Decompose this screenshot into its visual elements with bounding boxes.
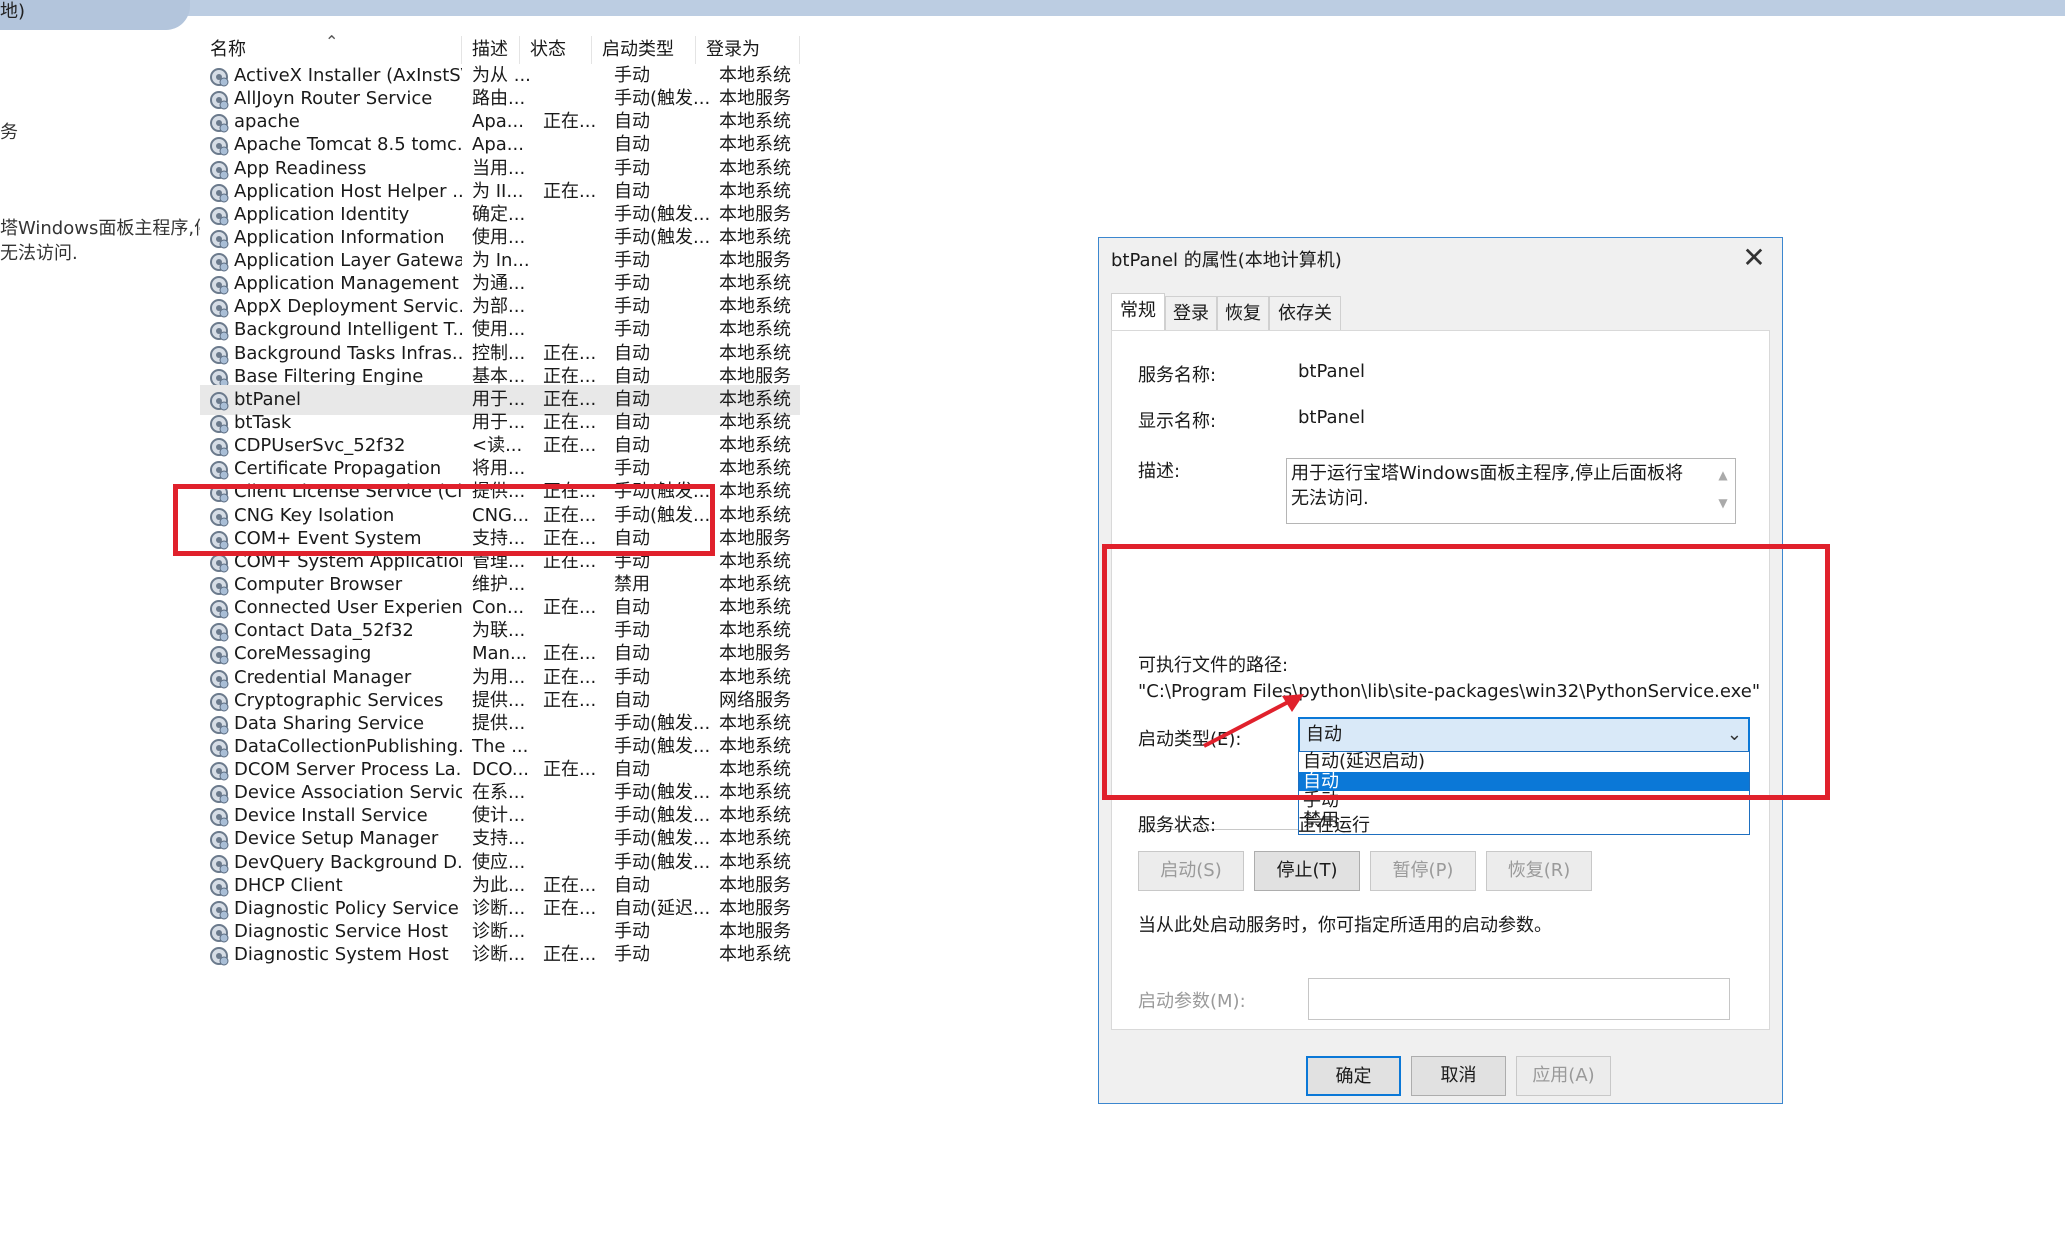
scroll-down-icon[interactable]: ▼ bbox=[1715, 489, 1731, 517]
service-status: 正在... bbox=[543, 944, 597, 966]
start-params-input[interactable] bbox=[1308, 978, 1730, 1020]
service-status-value: 正在运行 bbox=[1298, 815, 1370, 836]
tab-logon[interactable]: 登录 bbox=[1165, 296, 1217, 330]
highlight-box-startup-settings bbox=[1102, 544, 1830, 800]
sort-up-icon: ⌃ bbox=[325, 32, 339, 51]
service-desc: 诊断... bbox=[472, 944, 526, 966]
service-name-value: btPanel bbox=[1298, 361, 1366, 382]
display-name-value: btPanel bbox=[1298, 407, 1366, 428]
apply-button[interactable]: 应用(A) bbox=[1516, 1056, 1611, 1096]
table-row[interactable]: Diagnostic System Host 诊断... 正在... 手动 本地系统 bbox=[200, 940, 800, 971]
service-name: Diagnostic System Host bbox=[234, 944, 449, 966]
window-top-strip bbox=[0, 0, 2065, 16]
left-desc-line: 无法访问. bbox=[0, 243, 78, 264]
cancel-button[interactable]: 取消 bbox=[1411, 1056, 1506, 1096]
tab-recovery[interactable]: 恢复 bbox=[1217, 296, 1269, 330]
service-logon: 本地系统 bbox=[719, 944, 791, 966]
close-icon[interactable]: ✕ bbox=[1736, 240, 1772, 276]
left-tab-text: 地) bbox=[0, 1, 26, 22]
col-header-name[interactable]: 名称 ⌃ bbox=[200, 32, 462, 64]
list-header: 名称 ⌃ 描述 状态 启动类型 登录为 bbox=[200, 30, 800, 64]
start-params-label: 启动参数(M): bbox=[1138, 991, 1246, 1012]
services-list[interactable]: 名称 ⌃ 描述 状态 启动类型 登录为 ActiveX Installer (A… bbox=[200, 30, 800, 1255]
col-header-logon[interactable]: 登录为 bbox=[696, 36, 800, 64]
description-scrollbar[interactable]: ▲ ▼ bbox=[1715, 461, 1731, 521]
scroll-up-icon[interactable]: ▲ bbox=[1715, 461, 1731, 489]
annotation-arrow-icon bbox=[1203, 694, 1304, 748]
left-panel-char: 务 bbox=[0, 122, 18, 143]
left-desc-line: 塔Windows面板主程序,停 bbox=[0, 218, 200, 239]
left-description-panel bbox=[0, 30, 195, 1255]
pause-button[interactable]: 暂停(P) bbox=[1370, 851, 1476, 891]
dialog-title: btPanel 的属性(本地计算机) bbox=[1111, 250, 1342, 271]
left-tab: 地) bbox=[0, 0, 190, 30]
display-name-label: 显示名称: bbox=[1138, 411, 1217, 432]
tab-general[interactable]: 常规 bbox=[1111, 293, 1165, 331]
col-header-desc[interactable]: 描述 bbox=[462, 36, 520, 64]
highlight-box-bt-services bbox=[173, 484, 715, 556]
description-text: 用于运行宝塔Windows面板主程序,停止后面板将无法访问. bbox=[1291, 463, 1684, 509]
service-name-label: 服务名称: bbox=[1138, 365, 1217, 386]
start-params-hint: 当从此处启动服务时，你可指定所适用的启动参数。 bbox=[1138, 915, 1552, 936]
col-header-startup[interactable]: 启动类型 bbox=[592, 36, 696, 64]
left-panel-description: 塔Windows面板主程序,停 无法访问. bbox=[0, 216, 200, 266]
tab-dependencies[interactable]: 依存关系 bbox=[1269, 296, 1341, 358]
resume-button[interactable]: 恢复(R) bbox=[1486, 851, 1592, 891]
stop-button[interactable]: 停止(T) bbox=[1254, 851, 1360, 891]
service-status-label: 服务状态: bbox=[1138, 815, 1217, 836]
col-header-status[interactable]: 状态 bbox=[520, 36, 592, 64]
description-box[interactable]: 用于运行宝塔Windows面板主程序,停止后面板将无法访问. ▲ ▼ bbox=[1286, 458, 1736, 524]
service-startup: 手动 bbox=[614, 944, 650, 966]
ok-button[interactable]: 确定 bbox=[1306, 1056, 1401, 1096]
description-label: 描述: bbox=[1138, 461, 1181, 482]
gear-icon bbox=[210, 947, 229, 966]
start-button[interactable]: 启动(S) bbox=[1138, 851, 1244, 891]
